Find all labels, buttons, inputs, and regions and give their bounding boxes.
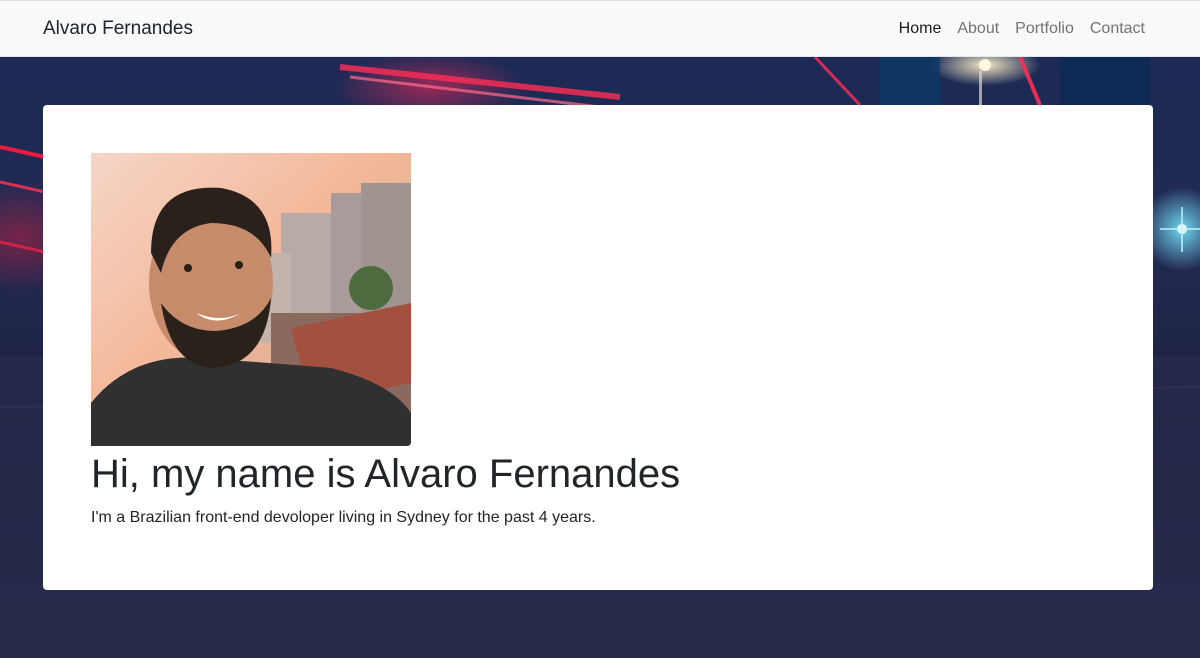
hero-card: Hi, my name is Alvaro Fernandes I'm a Br…: [43, 105, 1153, 590]
nav-link-about[interactable]: About: [957, 20, 999, 38]
profile-photo: [91, 153, 411, 446]
hero-heading: Hi, my name is Alvaro Fernandes: [91, 452, 681, 496]
nav-links: Home About Portfolio Contact: [899, 20, 1145, 38]
hero-description: I'm a Brazilian front-end devoloper livi…: [91, 509, 596, 526]
navbar-brand[interactable]: Alvaro Fernandes: [43, 18, 193, 40]
nav-link-portfolio[interactable]: Portfolio: [1015, 20, 1074, 38]
nav-link-home[interactable]: Home: [899, 20, 942, 38]
nav-link-contact[interactable]: Contact: [1090, 20, 1145, 38]
navbar: Alvaro Fernandes Home About Portfolio Co…: [0, 0, 1200, 57]
